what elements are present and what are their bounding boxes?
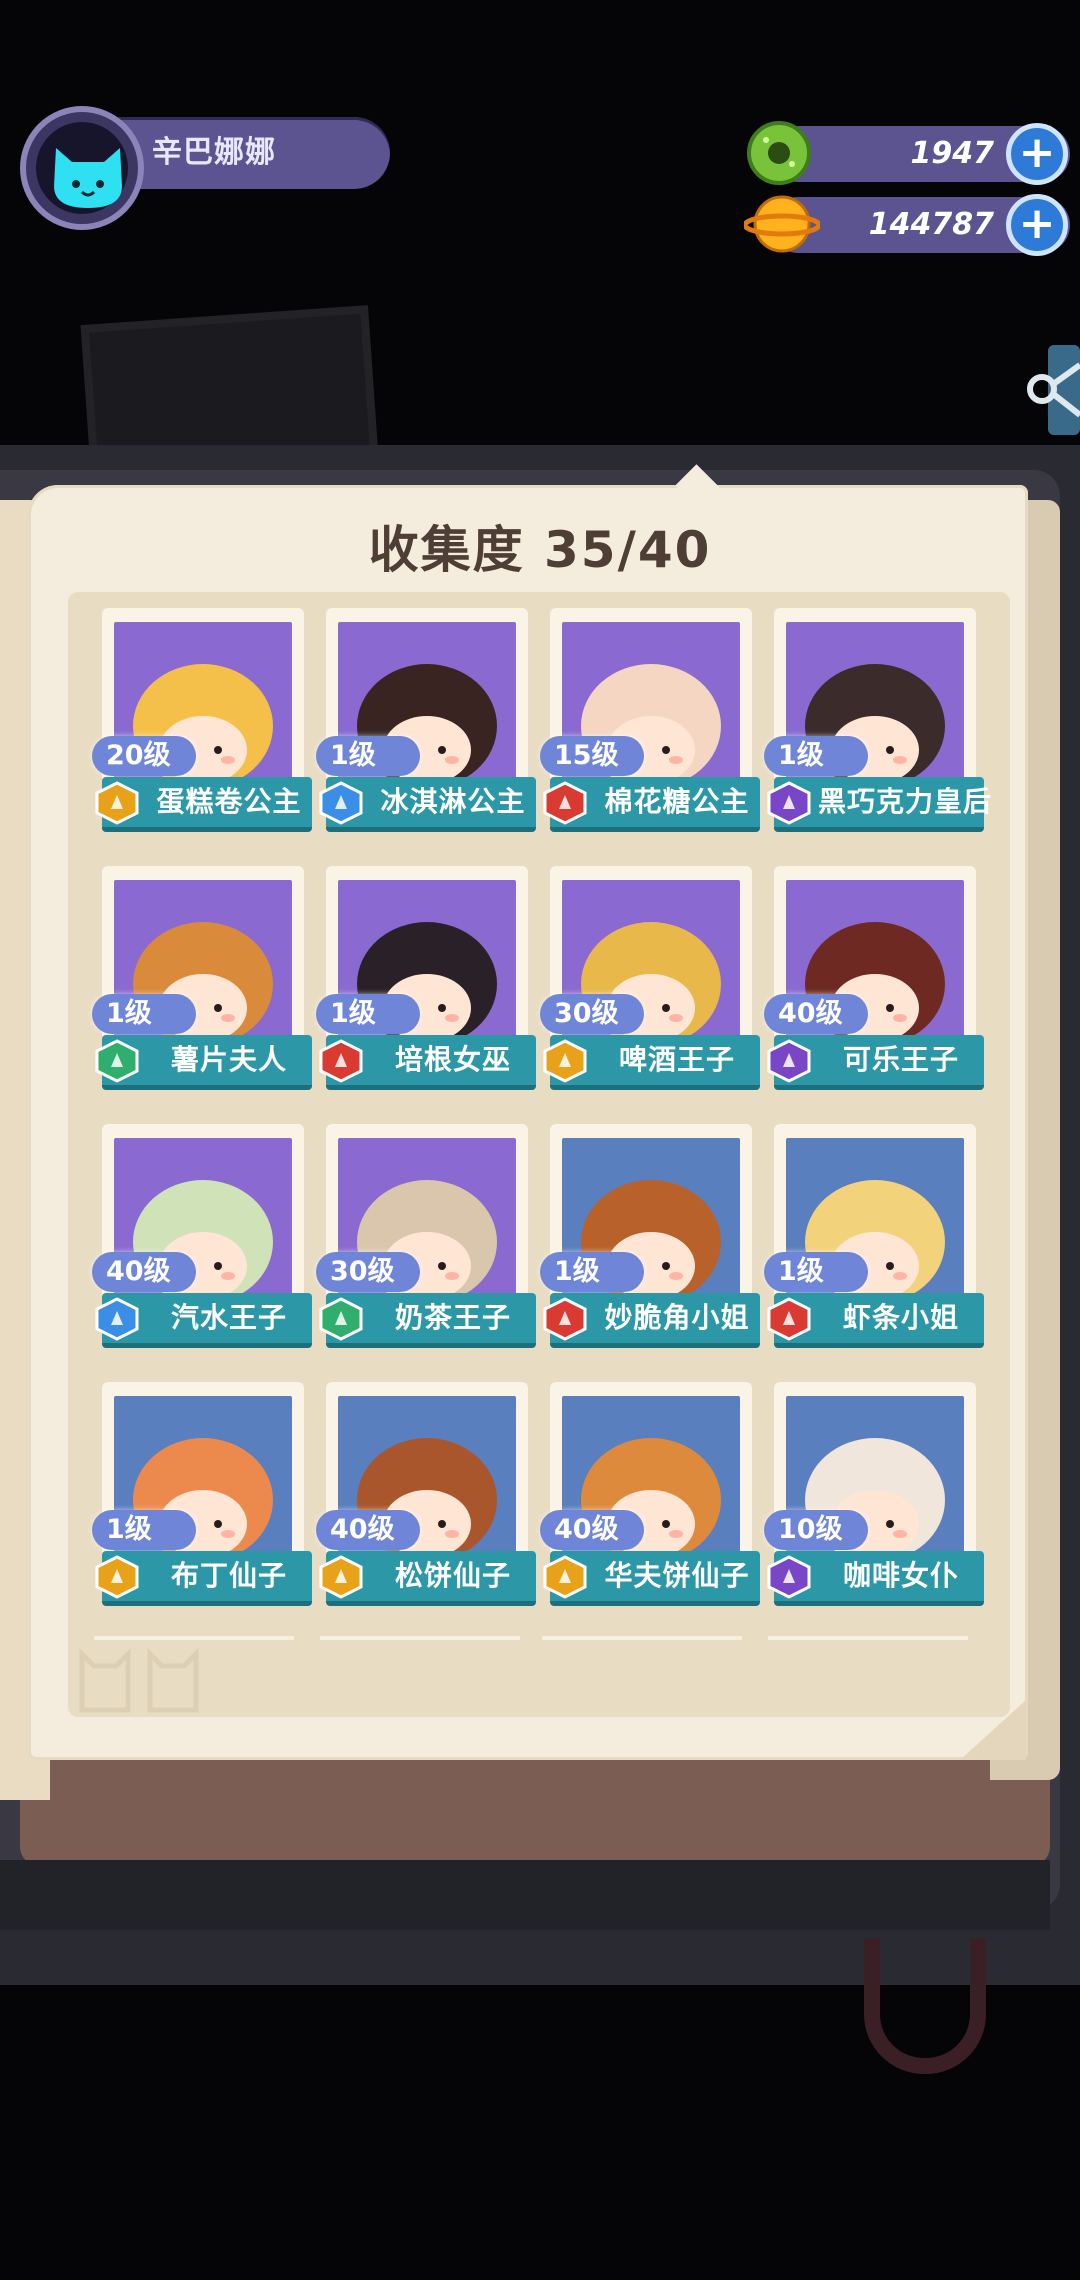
character-card[interactable]: 40级 松饼仙子 bbox=[316, 1382, 536, 1640]
orange-planet-coin-icon bbox=[744, 195, 820, 253]
rarity-hexagon-icon bbox=[319, 781, 363, 825]
character-card[interactable]: 1级 布丁仙子 bbox=[92, 1382, 312, 1640]
name-banner: 棉花糖公主 bbox=[543, 777, 760, 832]
name-banner: 可乐王子 bbox=[767, 1035, 984, 1090]
level-badge: 1级 bbox=[316, 994, 420, 1034]
character-name: 咖啡女仆 bbox=[842, 1559, 959, 1592]
name-banner: 奶茶王子 bbox=[319, 1293, 536, 1348]
character-name: 华夫饼仙子 bbox=[604, 1559, 750, 1592]
level-badge: 1级 bbox=[92, 994, 196, 1034]
rarity-hexagon-icon bbox=[95, 1297, 139, 1341]
character-name: 培根女巫 bbox=[394, 1043, 511, 1076]
character-card[interactable]: 1级 薯片夫人 bbox=[92, 866, 312, 1124]
name-banner: 妙脆角小姐 bbox=[543, 1293, 760, 1348]
donut-count: 1947 bbox=[910, 136, 995, 171]
avatar-background bbox=[36, 122, 128, 214]
level-badge: 20级 bbox=[92, 736, 196, 776]
level-badge: 30级 bbox=[316, 1252, 420, 1292]
character-name: 蛋糕卷公主 bbox=[156, 785, 302, 818]
level-badge: 40级 bbox=[92, 1252, 196, 1292]
rarity-hexagon-icon bbox=[767, 1297, 811, 1341]
coin-currency: 144787 + bbox=[744, 194, 1070, 256]
name-banner: 松饼仙子 bbox=[319, 1551, 536, 1606]
name-banner: 冰淇淋公主 bbox=[319, 777, 536, 832]
rarity-hexagon-icon bbox=[543, 1039, 587, 1083]
character-name: 冰淇淋公主 bbox=[380, 785, 526, 818]
add-coin-button[interactable]: + bbox=[1006, 194, 1068, 256]
rarity-hexagon-icon bbox=[95, 1039, 139, 1083]
level-badge: 40级 bbox=[764, 994, 868, 1034]
character-card[interactable]: 1级 冰淇淋公主 bbox=[316, 608, 536, 866]
character-card[interactable]: 1级 培根女巫 bbox=[316, 866, 536, 1124]
character-name: 妙脆角小姐 bbox=[604, 1301, 750, 1334]
character-name: 啤酒王子 bbox=[618, 1043, 735, 1076]
name-banner: 咖啡女仆 bbox=[767, 1551, 984, 1606]
character-card[interactable]: 20级 蛋糕卷公主 bbox=[92, 608, 312, 866]
character-card[interactable]: 10级 咖啡女仆 bbox=[764, 1382, 984, 1640]
name-banner: 培根女巫 bbox=[319, 1035, 536, 1090]
character-name: 松饼仙子 bbox=[394, 1559, 511, 1592]
level-badge: 1级 bbox=[92, 1510, 196, 1550]
level-badge: 15级 bbox=[540, 736, 644, 776]
level-badge: 1级 bbox=[764, 1252, 868, 1292]
book-base bbox=[0, 1860, 1050, 1930]
player-name: 辛巴娜娜 bbox=[152, 135, 276, 170]
level-badge: 40级 bbox=[540, 1510, 644, 1550]
name-banner: 黑巧克力皇后 bbox=[767, 777, 993, 832]
rarity-hexagon-icon bbox=[319, 1297, 363, 1341]
add-donut-button[interactable]: + bbox=[1006, 123, 1068, 185]
level-badge: 40级 bbox=[316, 1510, 420, 1550]
book-page-stack bbox=[20, 1745, 1050, 1865]
character-name: 棉花糖公主 bbox=[604, 785, 750, 818]
green-donut-icon bbox=[747, 121, 811, 185]
name-banner: 虾条小姐 bbox=[767, 1293, 984, 1348]
name-banner: 布丁仙子 bbox=[95, 1551, 312, 1606]
rarity-hexagon-icon bbox=[767, 1039, 811, 1083]
character-card[interactable]: 1级 虾条小姐 bbox=[764, 1124, 984, 1382]
character-card[interactable]: 40级 华夫饼仙子 bbox=[540, 1382, 760, 1640]
level-badge: 1级 bbox=[540, 1252, 644, 1292]
rarity-hexagon-icon bbox=[543, 781, 587, 825]
level-badge: 1级 bbox=[316, 736, 420, 776]
name-banner: 薯片夫人 bbox=[95, 1035, 312, 1090]
rarity-hexagon-icon bbox=[319, 1039, 363, 1083]
level-badge: 1级 bbox=[764, 736, 868, 776]
character-card[interactable]: 1级 妙脆角小姐 bbox=[540, 1124, 760, 1382]
name-banner: 啤酒王子 bbox=[543, 1035, 760, 1090]
rarity-hexagon-icon bbox=[95, 1555, 139, 1599]
scissors-icon[interactable] bbox=[1026, 345, 1080, 435]
character-card[interactable]: 1级 黑巧克力皇后 bbox=[764, 608, 991, 866]
character-name: 布丁仙子 bbox=[170, 1559, 287, 1592]
character-card[interactable]: 40级 汽水王子 bbox=[92, 1124, 312, 1382]
character-card[interactable]: 15级 棉花糖公主 bbox=[540, 608, 760, 866]
cat-doodle-icon bbox=[79, 1647, 199, 1713]
character-card[interactable]: 30级 奶茶王子 bbox=[316, 1124, 536, 1382]
book-strap bbox=[864, 1938, 986, 2074]
rarity-hexagon-icon bbox=[767, 781, 811, 825]
name-banner: 蛋糕卷公主 bbox=[95, 777, 312, 832]
character-name: 黑巧克力皇后 bbox=[818, 785, 993, 818]
character-card[interactable]: 30级 啤酒王子 bbox=[540, 866, 760, 1124]
rarity-hexagon-icon bbox=[543, 1555, 587, 1599]
character-name: 薯片夫人 bbox=[170, 1043, 287, 1076]
character-name: 奶茶王子 bbox=[394, 1301, 511, 1334]
level-badge: 10级 bbox=[764, 1510, 868, 1550]
cat-face-icon bbox=[54, 148, 122, 208]
rarity-hexagon-icon bbox=[767, 1555, 811, 1599]
character-name: 汽水王子 bbox=[170, 1301, 287, 1334]
character-name: 虾条小姐 bbox=[842, 1301, 959, 1334]
name-banner: 汽水王子 bbox=[95, 1293, 312, 1348]
character-name: 可乐王子 bbox=[842, 1043, 959, 1076]
coin-count: 144787 bbox=[868, 207, 994, 242]
donut-currency: 1947 + bbox=[747, 121, 1070, 185]
rarity-hexagon-icon bbox=[319, 1555, 363, 1599]
level-badge: 30级 bbox=[540, 994, 644, 1034]
character-card[interactable]: 40级 可乐王子 bbox=[764, 866, 984, 1124]
name-banner: 华夫饼仙子 bbox=[543, 1551, 760, 1606]
player-avatar[interactable] bbox=[20, 106, 144, 230]
rarity-hexagon-icon bbox=[543, 1297, 587, 1341]
collection-progress-title: 收集度 35/40 bbox=[368, 521, 712, 579]
rarity-hexagon-icon bbox=[95, 781, 139, 825]
